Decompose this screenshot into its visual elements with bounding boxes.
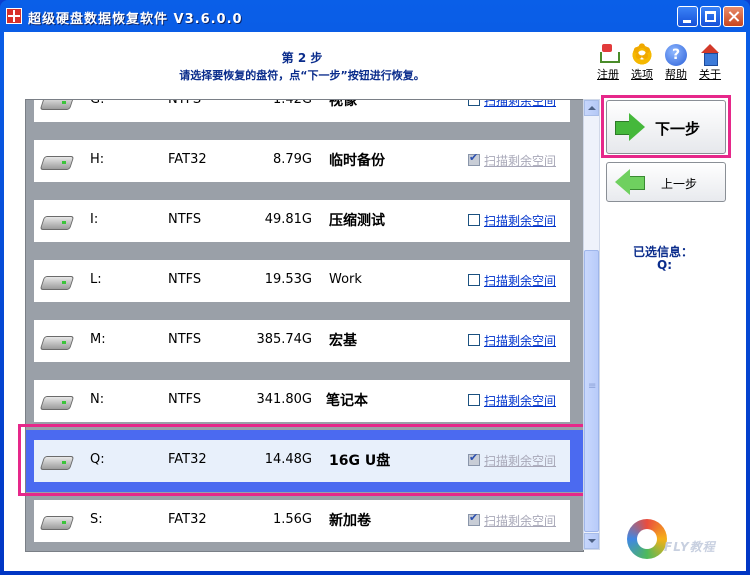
scan-free-space-link[interactable]: 扫描剩余空间 [484, 512, 556, 529]
drive-row[interactable]: H: FAT32 8.79G 临时备份 扫描剩余空间 [34, 140, 570, 182]
app-icon[interactable] [6, 8, 22, 24]
step-title: 第 2 步 [281, 51, 323, 65]
drive-size: 1.56G [272, 512, 312, 527]
scan-checkbox[interactable] [468, 151, 480, 166]
app-window: 超级硬盘数据恢复软件 V3.6.0.0 第 2 步 请选择要恢复的盘符，点“下一… [0, 0, 750, 575]
prev-step-label: 上一步 [661, 177, 698, 191]
close-button[interactable] [723, 6, 744, 27]
title-bar[interactable]: 超级硬盘数据恢复软件 V3.6.0.0 [0, 0, 750, 32]
drive-filesystem: FAT32 [168, 512, 207, 527]
drive-filesystem: NTFS [168, 99, 202, 107]
scan-free-space-link[interactable]: 扫描剩余空间 [484, 392, 556, 409]
next-step-button[interactable]: 下一步 [606, 100, 726, 154]
help-button[interactable]: ? 帮助 [661, 44, 691, 82]
drive-letter: I: [90, 212, 99, 227]
help-label: 帮助 [665, 68, 687, 81]
drive-size: 49.81G [264, 212, 312, 227]
logo-swirl-icon [627, 519, 667, 559]
register-button[interactable]: 注册 [593, 44, 623, 82]
drive-row[interactable]: I: NTFS 49.81G 压缩测试 扫描剩余空间 [34, 200, 570, 242]
drive-label: 临时备份 [329, 153, 385, 169]
hard-drive-icon [42, 153, 72, 169]
arrow-left-icon [615, 169, 645, 195]
scan-free-space-link[interactable]: 扫描剩余空间 [484, 272, 556, 289]
drive-row[interactable]: L: NTFS 19.53G Work 扫描剩余空间 [34, 260, 570, 302]
cart-icon [597, 44, 620, 66]
drive-label: 压缩测试 [329, 213, 385, 229]
step-instructions: 请选择要恢复的盘符，点“下一步”按钮进行恢复。 [179, 69, 425, 82]
drive-row[interactable]: G: NTFS 1.42G 视像 扫描剩余空间 [34, 99, 570, 122]
drive-size: 19.53G [264, 272, 312, 287]
scan-checkbox[interactable] [468, 334, 480, 346]
scan-checkbox[interactable] [468, 511, 480, 526]
drive-filesystem: NTFS [168, 332, 202, 347]
drive-letter: H: [90, 152, 105, 167]
options-label: 选项 [631, 68, 653, 81]
fly-logo: FLY教程 [622, 513, 742, 565]
hard-drive-icon [42, 213, 72, 229]
selection-highlight-frame [18, 424, 588, 496]
prev-step-button[interactable]: 上一步 [606, 162, 726, 202]
logo-text: FLY教程 [664, 540, 716, 554]
hard-drive-icon [42, 513, 72, 529]
about-label: 关于 [699, 68, 721, 81]
scan-free-space-link[interactable]: 扫描剩余空间 [484, 152, 556, 169]
scan-checkbox[interactable] [468, 214, 480, 226]
drive-letter: G: [90, 99, 105, 107]
drive-size: 1.42G [272, 99, 312, 107]
help-icon: ? [665, 44, 687, 66]
scan-free-space-link[interactable]: 扫描剩余空间 [484, 332, 556, 349]
drive-label: 视像 [329, 99, 357, 109]
hard-drive-icon [42, 393, 72, 409]
scan-free-space-link[interactable]: 扫描剩余空间 [484, 100, 556, 109]
drive-letter: M: [90, 332, 106, 347]
hard-drive-icon [42, 100, 72, 109]
scroll-up-button[interactable] [584, 100, 599, 116]
drive-filesystem: NTFS [168, 392, 202, 407]
scan-checkbox[interactable] [468, 394, 480, 406]
scan-checkbox[interactable] [468, 100, 480, 106]
scroll-thumb[interactable] [584, 250, 599, 532]
maximize-button[interactable] [700, 6, 721, 27]
selected-info-value: Q: [657, 258, 672, 272]
gear-icon [631, 40, 653, 66]
drive-size: 8.79G [272, 152, 312, 167]
about-button[interactable]: 关于 [695, 44, 725, 82]
arrow-right-icon [615, 113, 645, 141]
hard-drive-icon [42, 333, 72, 349]
selected-info-title: 已选信息： [633, 245, 694, 259]
options-button[interactable]: 选项 [627, 40, 657, 82]
minimize-button[interactable] [677, 6, 698, 27]
drive-filesystem: NTFS [168, 212, 202, 227]
register-label: 注册 [597, 68, 619, 81]
drive-label: 笔记本 [326, 393, 368, 409]
window-title: 超级硬盘数据恢复软件 V3.6.0.0 [28, 12, 243, 27]
home-icon [699, 44, 721, 66]
drive-list-scrollbar[interactable] [583, 99, 600, 550]
drive-row[interactable]: M: NTFS 385.74G 宏基 扫描剩余空间 [34, 320, 570, 362]
scroll-down-button[interactable] [584, 533, 599, 549]
drive-letter: S: [90, 512, 103, 527]
next-step-label: 下一步 [655, 120, 701, 138]
drive-label: 新加卷 [329, 513, 371, 529]
drive-letter: N: [90, 392, 105, 407]
drive-filesystem: FAT32 [168, 152, 207, 167]
drive-row[interactable]: N: NTFS 341.80G 笔记本 扫描剩余空间 [34, 380, 570, 422]
drive-letter: L: [90, 272, 102, 287]
hard-drive-icon [42, 273, 72, 289]
drive-size: 341.80G [256, 392, 312, 407]
scan-free-space-link[interactable]: 扫描剩余空间 [484, 212, 556, 229]
client-area: 第 2 步 请选择要恢复的盘符，点“下一步”按钮进行恢复。 注册 选项 ? 帮助… [4, 32, 746, 571]
drive-label: Work [329, 272, 362, 287]
drive-row[interactable]: S: FAT32 1.56G 新加卷 扫描剩余空间 [34, 500, 570, 542]
drive-label: 宏基 [329, 333, 357, 349]
scan-checkbox[interactable] [468, 274, 480, 286]
drive-filesystem: NTFS [168, 272, 202, 287]
drive-size: 385.74G [256, 332, 312, 347]
